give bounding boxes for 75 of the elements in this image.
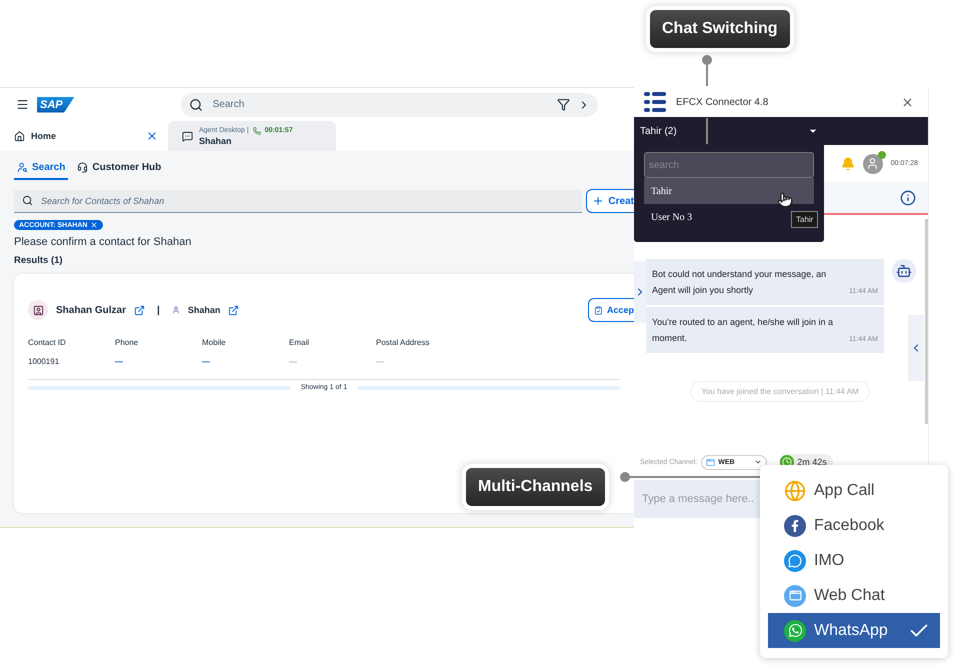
column-header: Contact ID	[28, 338, 67, 347]
leader-line	[702, 55, 712, 86]
channel-option[interactable]: App Call	[768, 473, 940, 508]
contact-card-icon	[32, 304, 44, 316]
scrollbar[interactable]	[925, 219, 928, 424]
contact-search-field[interactable]: Search for Contacts of Shahan	[14, 190, 582, 212]
close-icon[interactable]	[90, 221, 98, 229]
create-button[interactable]: Creat	[586, 189, 634, 213]
phone-icon	[252, 126, 261, 134]
whatsapp-icon	[784, 620, 806, 642]
channel-option[interactable]: IMO	[768, 543, 940, 578]
message-text: You're routed to an agent, he/she will join in a moment.	[652, 316, 834, 345]
prompt-text: Please confirm a contact for Shahan	[14, 236, 192, 248]
column-header: Email	[289, 338, 310, 347]
panel-title: EFCX Connector 4.8	[676, 96, 770, 108]
chat-item[interactable]: Tahir	[644, 178, 814, 204]
close-icon[interactable]	[901, 96, 914, 108]
view-tab[interactable]: Search	[14, 159, 68, 180]
channel-option[interactable]: WhatsApp	[768, 613, 940, 648]
agent-avatar[interactable]	[862, 154, 883, 174]
separator-text: |	[157, 304, 160, 316]
hand-cursor-icon	[777, 192, 793, 208]
search-icon	[188, 98, 203, 112]
menu-icon[interactable]	[16, 98, 29, 111]
view-tab[interactable]: Customer Hub	[74, 159, 164, 180]
home-icon	[14, 130, 25, 142]
channel-option[interactable]: Facebook	[768, 508, 940, 543]
table-cell[interactable]: —	[202, 357, 289, 366]
search-field[interactable]: Search	[180, 92, 598, 116]
tooltip: Tahir	[791, 211, 818, 228]
robot-icon	[896, 263, 912, 279]
accept-button[interactable]: Accep	[588, 298, 634, 322]
window-icon	[706, 458, 716, 466]
channel-option[interactable]: Web Chat	[768, 578, 940, 613]
external-link-icon[interactable]	[134, 304, 146, 316]
connector-logo	[644, 92, 666, 112]
message-input[interactable]: Type a message here..	[642, 493, 758, 505]
contact-name: Shahan Gulzar	[56, 304, 126, 316]
person-icon	[866, 157, 880, 170]
results-title: Results (1)	[14, 255, 64, 266]
column-header: Phone	[115, 338, 140, 347]
close-icon[interactable]	[146, 130, 158, 142]
facebook-icon	[784, 514, 806, 536]
account-name: Shahan	[188, 305, 220, 315]
table-cell-text: —	[289, 357, 298, 366]
account-icon	[172, 306, 180, 314]
window-icon	[784, 584, 806, 606]
chat-bubble-icon	[784, 550, 806, 572]
info-icon[interactable]	[900, 190, 916, 206]
callout-label: Chat Switching	[650, 10, 790, 48]
headset-icon	[77, 162, 88, 173]
tab-label: Shahan	[199, 136, 233, 146]
search-icon	[22, 195, 33, 206]
contact-search-input[interactable]: Search for Contacts of Shahan	[39, 194, 574, 206]
user-search-icon	[17, 162, 28, 173]
callout-label: Multi-Channels	[466, 468, 605, 506]
leader-line	[706, 118, 708, 144]
external-link-icon[interactable]	[228, 304, 240, 316]
table-cell-text: 1000191	[28, 357, 60, 366]
chat-icon	[182, 130, 193, 142]
globe-icon	[784, 480, 806, 502]
plus-icon	[592, 195, 604, 207]
filter-icon[interactable]	[556, 98, 570, 111]
message-text: Bot could not understand your message, an Agent will join you shortly	[652, 268, 828, 297]
chat-search-field[interactable]: search	[644, 152, 814, 178]
column-header: Mobile	[202, 338, 227, 347]
sap-logo: SAP	[37, 96, 75, 112]
column-header: Postal Address	[376, 338, 430, 347]
caret-icon	[754, 458, 762, 466]
table-cell[interactable]: —	[115, 357, 202, 366]
tab-label: Home	[31, 131, 58, 141]
table-cell-text: —	[376, 357, 385, 366]
system-note: You have joined the conversation | 11:44 AM	[690, 381, 870, 402]
clipboard-check-icon	[594, 304, 603, 316]
search-input[interactable]: Search	[210, 98, 549, 111]
